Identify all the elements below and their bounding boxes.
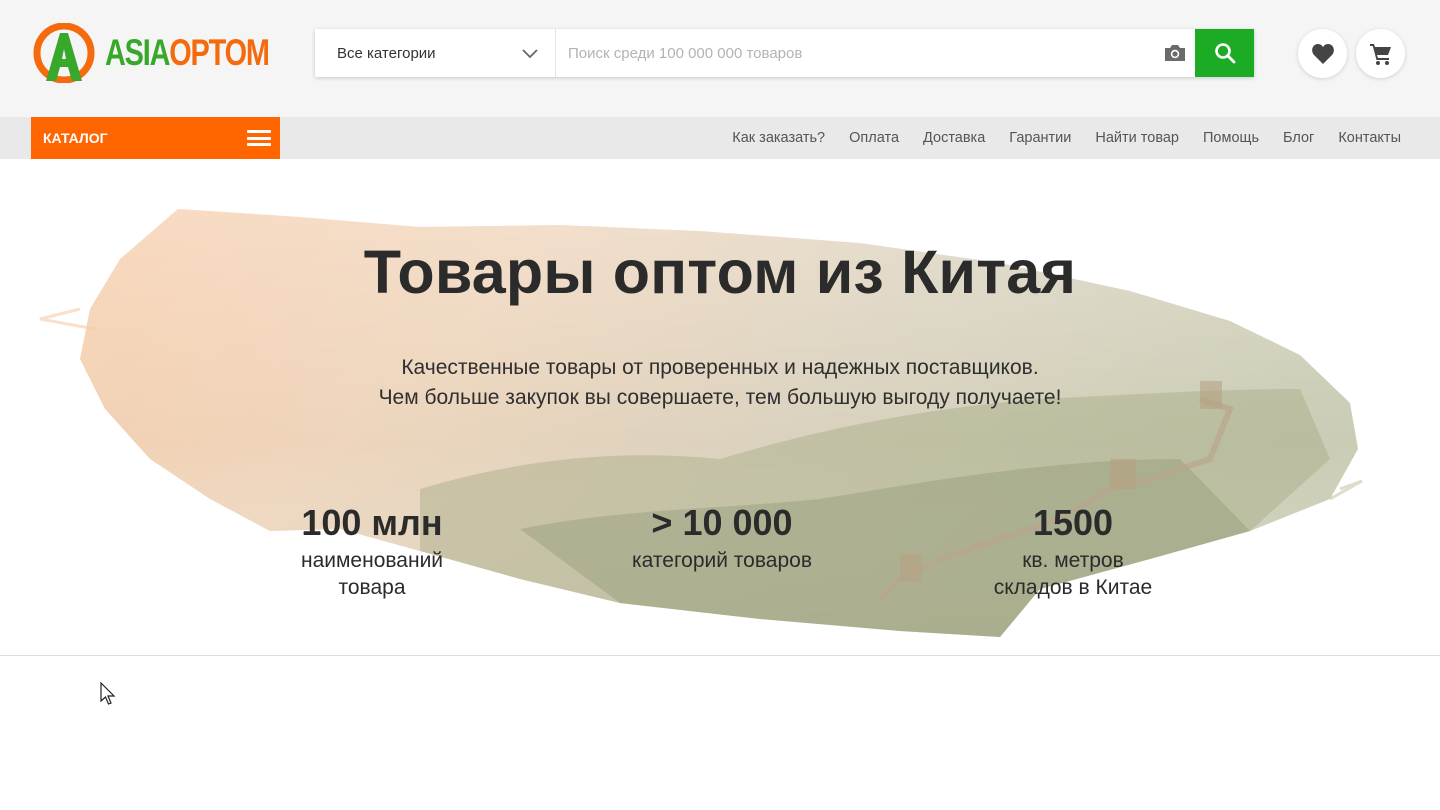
stat-caption-line-1: наименований xyxy=(300,549,444,572)
stat-caption-line-2: складов в Китае xyxy=(993,576,1153,599)
favorites-button[interactable] xyxy=(1298,29,1347,78)
stat-products: 100 млн наименований товара xyxy=(222,502,522,601)
logo[interactable]: ASIAOPTOM xyxy=(32,22,270,84)
search-icon xyxy=(1214,43,1235,64)
main-nav: КАТАЛОГ Как заказать? Оплата Доставка Га… xyxy=(0,117,1440,159)
catalog-button[interactable]: КАТАЛОГ xyxy=(31,117,280,159)
stat-caption-line-1: категорий товаров xyxy=(632,549,812,572)
search-bar: Все категории xyxy=(315,29,1254,77)
hero-subtitle-line-2: Чем больше закупок вы совершаете, тем бо… xyxy=(378,386,1062,409)
nav-link-guarantees[interactable]: Гарантии xyxy=(1009,130,1071,146)
hamburger-menu-icon xyxy=(247,130,271,146)
hero-title: Товары оптом из Китая xyxy=(363,238,1077,306)
search-input[interactable] xyxy=(556,29,1155,77)
nav-link-help[interactable]: Помощь xyxy=(1203,130,1259,146)
shopping-cart-icon xyxy=(1369,43,1391,65)
stat-value: > 10 000 xyxy=(651,502,793,543)
nav-link-contacts[interactable]: Контакты xyxy=(1338,130,1401,146)
category-select-label: Все категории xyxy=(337,44,436,62)
catalog-label: КАТАЛОГ xyxy=(43,130,108,146)
logo-text-asia: ASIA xyxy=(105,32,170,73)
camera-icon xyxy=(1165,45,1185,61)
mouse-cursor-icon xyxy=(100,682,116,705)
nav-links: Как заказать? Оплата Доставка Гарантии Н… xyxy=(708,117,1401,159)
search-button[interactable] xyxy=(1195,29,1254,77)
nav-link-payment[interactable]: Оплата xyxy=(849,130,899,146)
logo-emblem-icon xyxy=(33,23,95,83)
stat-value: 100 млн xyxy=(301,502,443,543)
logo-text-optom: OPTOM xyxy=(169,32,270,73)
stat-caption: кв. метров складов в Китае xyxy=(923,547,1223,601)
nav-link-blog[interactable]: Блог xyxy=(1283,130,1314,146)
hero-banner: Товары оптом из Китая Качественные товар… xyxy=(0,159,1440,656)
cart-button[interactable] xyxy=(1356,29,1405,78)
nav-link-delivery[interactable]: Доставка xyxy=(923,130,985,146)
site-header: ASIAOPTOM Все категории xyxy=(0,0,1440,117)
chevron-down-icon xyxy=(522,49,538,59)
image-search-button[interactable] xyxy=(1155,29,1195,77)
stat-value: 1500 xyxy=(1032,502,1114,543)
nav-link-find-product[interactable]: Найти товар xyxy=(1095,130,1179,146)
category-select[interactable]: Все категории xyxy=(315,29,556,77)
stat-caption: категорий товаров xyxy=(572,547,872,574)
stat-caption-line-1: кв. метров xyxy=(1022,549,1124,572)
nav-link-how-to-order[interactable]: Как заказать? xyxy=(732,130,825,146)
stat-categories: > 10 000 категорий товаров xyxy=(572,502,872,574)
hero-subtitle: Качественные товары от проверенных и над… xyxy=(0,353,1440,413)
logo-text: ASIAOPTOM xyxy=(105,32,270,74)
stat-caption-line-2: товара xyxy=(338,576,406,599)
heart-icon xyxy=(1311,43,1334,64)
stat-warehouses: 1500 кв. метров складов в Китае xyxy=(923,502,1223,601)
stat-caption: наименований товара xyxy=(222,547,522,601)
hero-subtitle-line-1: Качественные товары от проверенных и над… xyxy=(401,356,1039,379)
